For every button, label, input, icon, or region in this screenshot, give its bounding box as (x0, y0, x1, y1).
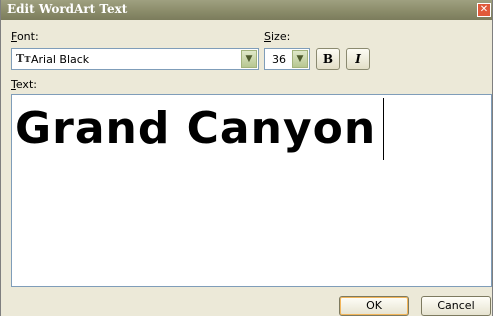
italic-icon: I (355, 52, 361, 66)
italic-button[interactable]: I (346, 48, 370, 70)
edit-wordart-dialog: Edit WordArt Text ✕ Font: Size: Tт Arial… (0, 0, 493, 316)
bold-icon: B (322, 52, 334, 66)
font-dropdown-arrow[interactable]: ▼ (241, 50, 257, 68)
font-dropdown[interactable]: Tт Arial Black ▼ (11, 48, 259, 70)
wordart-text-value: Grand Canyon (15, 103, 377, 154)
cancel-button[interactable]: Cancel (421, 296, 491, 316)
size-dropdown-arrow[interactable]: ▼ (292, 50, 308, 68)
text-label: Text: (11, 78, 37, 91)
size-dropdown[interactable]: 36 ▼ (264, 48, 310, 70)
chevron-down-icon: ▼ (296, 54, 304, 64)
size-label: Size: (264, 30, 290, 43)
size-label-accelerator: S (264, 30, 271, 43)
size-value: 36 (272, 53, 286, 66)
chevron-down-icon: ▼ (245, 54, 253, 64)
title-bar[interactable]: Edit WordArt Text ✕ (1, 0, 492, 20)
text-caret (383, 98, 384, 160)
font-label-text: ont: (16, 30, 39, 43)
bold-button[interactable]: B (316, 48, 340, 70)
size-label-text: ize: (270, 30, 291, 43)
font-value: Arial Black (31, 53, 90, 66)
truetype-font-icon: Tт (16, 52, 32, 65)
text-label-text: ext: (15, 78, 37, 91)
close-button[interactable]: ✕ (477, 3, 491, 17)
ok-button[interactable]: OK (339, 296, 409, 316)
wordart-text-input[interactable]: Grand Canyon (11, 94, 492, 287)
close-icon: ✕ (479, 4, 489, 15)
dialog-title: Edit WordArt Text (7, 2, 128, 16)
font-label: Font: (11, 30, 39, 43)
